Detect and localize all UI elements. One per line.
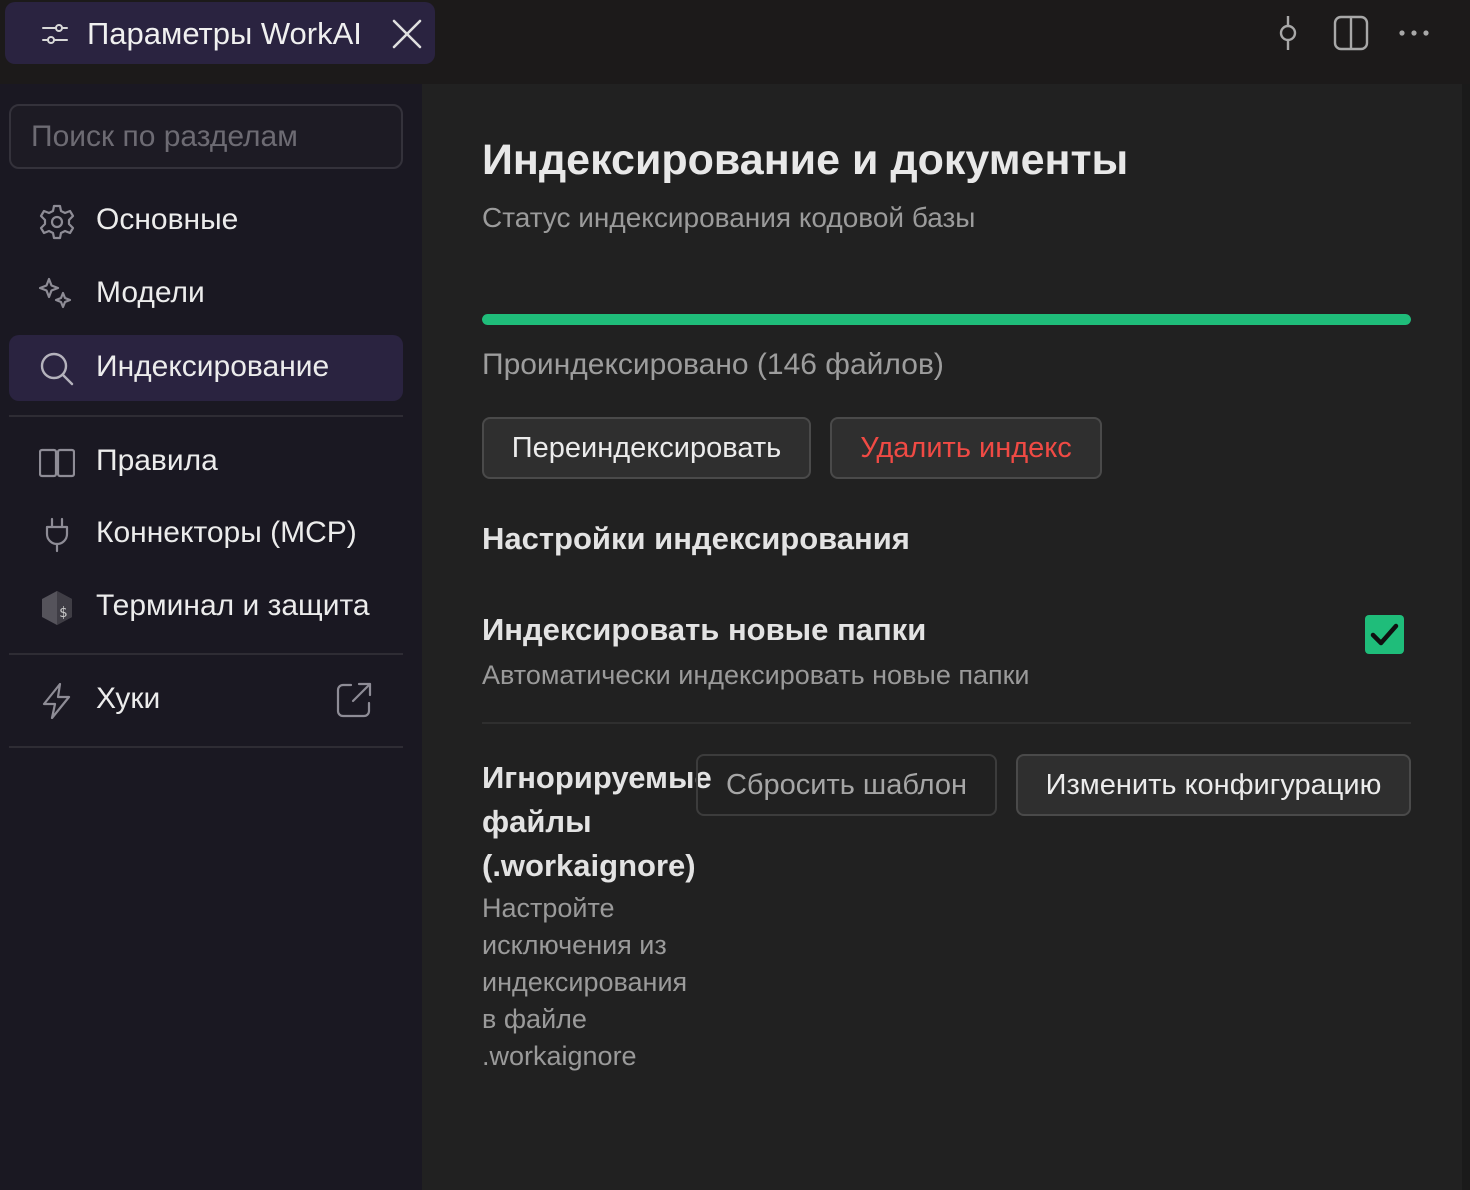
page-title: Индексирование и документы xyxy=(482,136,1129,184)
sidebar-divider xyxy=(9,746,403,748)
sidebar-item-label: Индексирование xyxy=(96,350,330,383)
tab-title: Параметры WorkAI xyxy=(87,16,362,51)
plug-icon xyxy=(45,517,69,553)
sidebar-item-terminal[interactable]: $ Терминал и защита xyxy=(9,574,403,640)
gear-icon xyxy=(39,204,75,240)
sidebar-item-rules[interactable]: Правила xyxy=(9,429,403,495)
index-new-folders-checkbox[interactable] xyxy=(1365,615,1404,654)
edit-config-button[interactable]: Изменить конфигурацию xyxy=(1016,754,1411,816)
sidebar-item-label: Коннекторы (MCP) xyxy=(96,516,357,549)
ignore-files-description: Настройте исключения из индексирования в… xyxy=(482,893,688,1071)
delete-index-button[interactable]: Удалить индекс xyxy=(830,417,1102,479)
indexing-progress-bar xyxy=(482,314,1411,325)
reindex-button[interactable]: Переиндексировать xyxy=(482,417,811,479)
sidebar-divider xyxy=(9,415,403,417)
settings-content: Индексирование и документы Статус индекс… xyxy=(422,84,1462,1190)
sidebar-item-label: Терминал и защита xyxy=(96,589,370,622)
svg-text:$: $ xyxy=(59,605,67,621)
top-bar: Параметры WorkAI xyxy=(0,0,1470,84)
setting-divider xyxy=(482,722,1411,724)
page-subtitle: Статус индексирования кодовой базы xyxy=(482,202,976,233)
sidebar-item-connectors[interactable]: Коннекторы (MCP) xyxy=(9,501,403,567)
indexing-progress-fill xyxy=(482,314,1411,325)
sidebar-item-general[interactable]: Основные xyxy=(9,188,403,254)
sidebar-divider xyxy=(9,653,403,655)
more-icon[interactable] xyxy=(1396,14,1432,52)
close-icon[interactable] xyxy=(391,18,423,50)
indexing-status: Проиндексировано (146 файлов) xyxy=(482,348,944,381)
settings-sidebar: Основные Модели Индексирование Правил xyxy=(0,84,422,1190)
sliders-icon xyxy=(42,24,68,44)
sidebar-item-label: Основные xyxy=(96,203,239,236)
settings-tab[interactable]: Параметры WorkAI xyxy=(5,2,435,64)
sidebar-item-hooks[interactable]: Хуки xyxy=(9,667,403,733)
section-title: Настройки индексирования xyxy=(482,521,910,556)
terminal-shield-icon: $ xyxy=(42,591,72,625)
index-new-folders-title: Индексировать новые папки xyxy=(482,612,927,647)
commit-icon[interactable] xyxy=(1270,14,1306,52)
lightning-icon xyxy=(42,683,71,719)
external-link-icon[interactable] xyxy=(335,681,373,719)
index-new-folders-description: Автоматически индексировать новые папки xyxy=(482,660,1030,690)
checkmark-icon xyxy=(1370,623,1399,646)
sidebar-item-indexing[interactable]: Индексирование xyxy=(9,335,403,401)
search-icon xyxy=(40,352,74,386)
split-view-icon[interactable] xyxy=(1333,14,1369,52)
sidebar-item-models[interactable]: Модели xyxy=(9,261,403,327)
book-icon xyxy=(39,448,75,478)
sparkles-icon xyxy=(39,277,72,309)
search-input[interactable] xyxy=(9,104,403,169)
reset-template-button[interactable]: Сбросить шаблон xyxy=(696,754,997,816)
sidebar-item-label: Правила xyxy=(96,444,218,477)
sidebar-item-label: Модели xyxy=(96,276,205,309)
sidebar-item-label: Хуки xyxy=(96,682,161,715)
ignore-files-title: Игнорируемые файлы (.workaignore) xyxy=(482,760,712,883)
